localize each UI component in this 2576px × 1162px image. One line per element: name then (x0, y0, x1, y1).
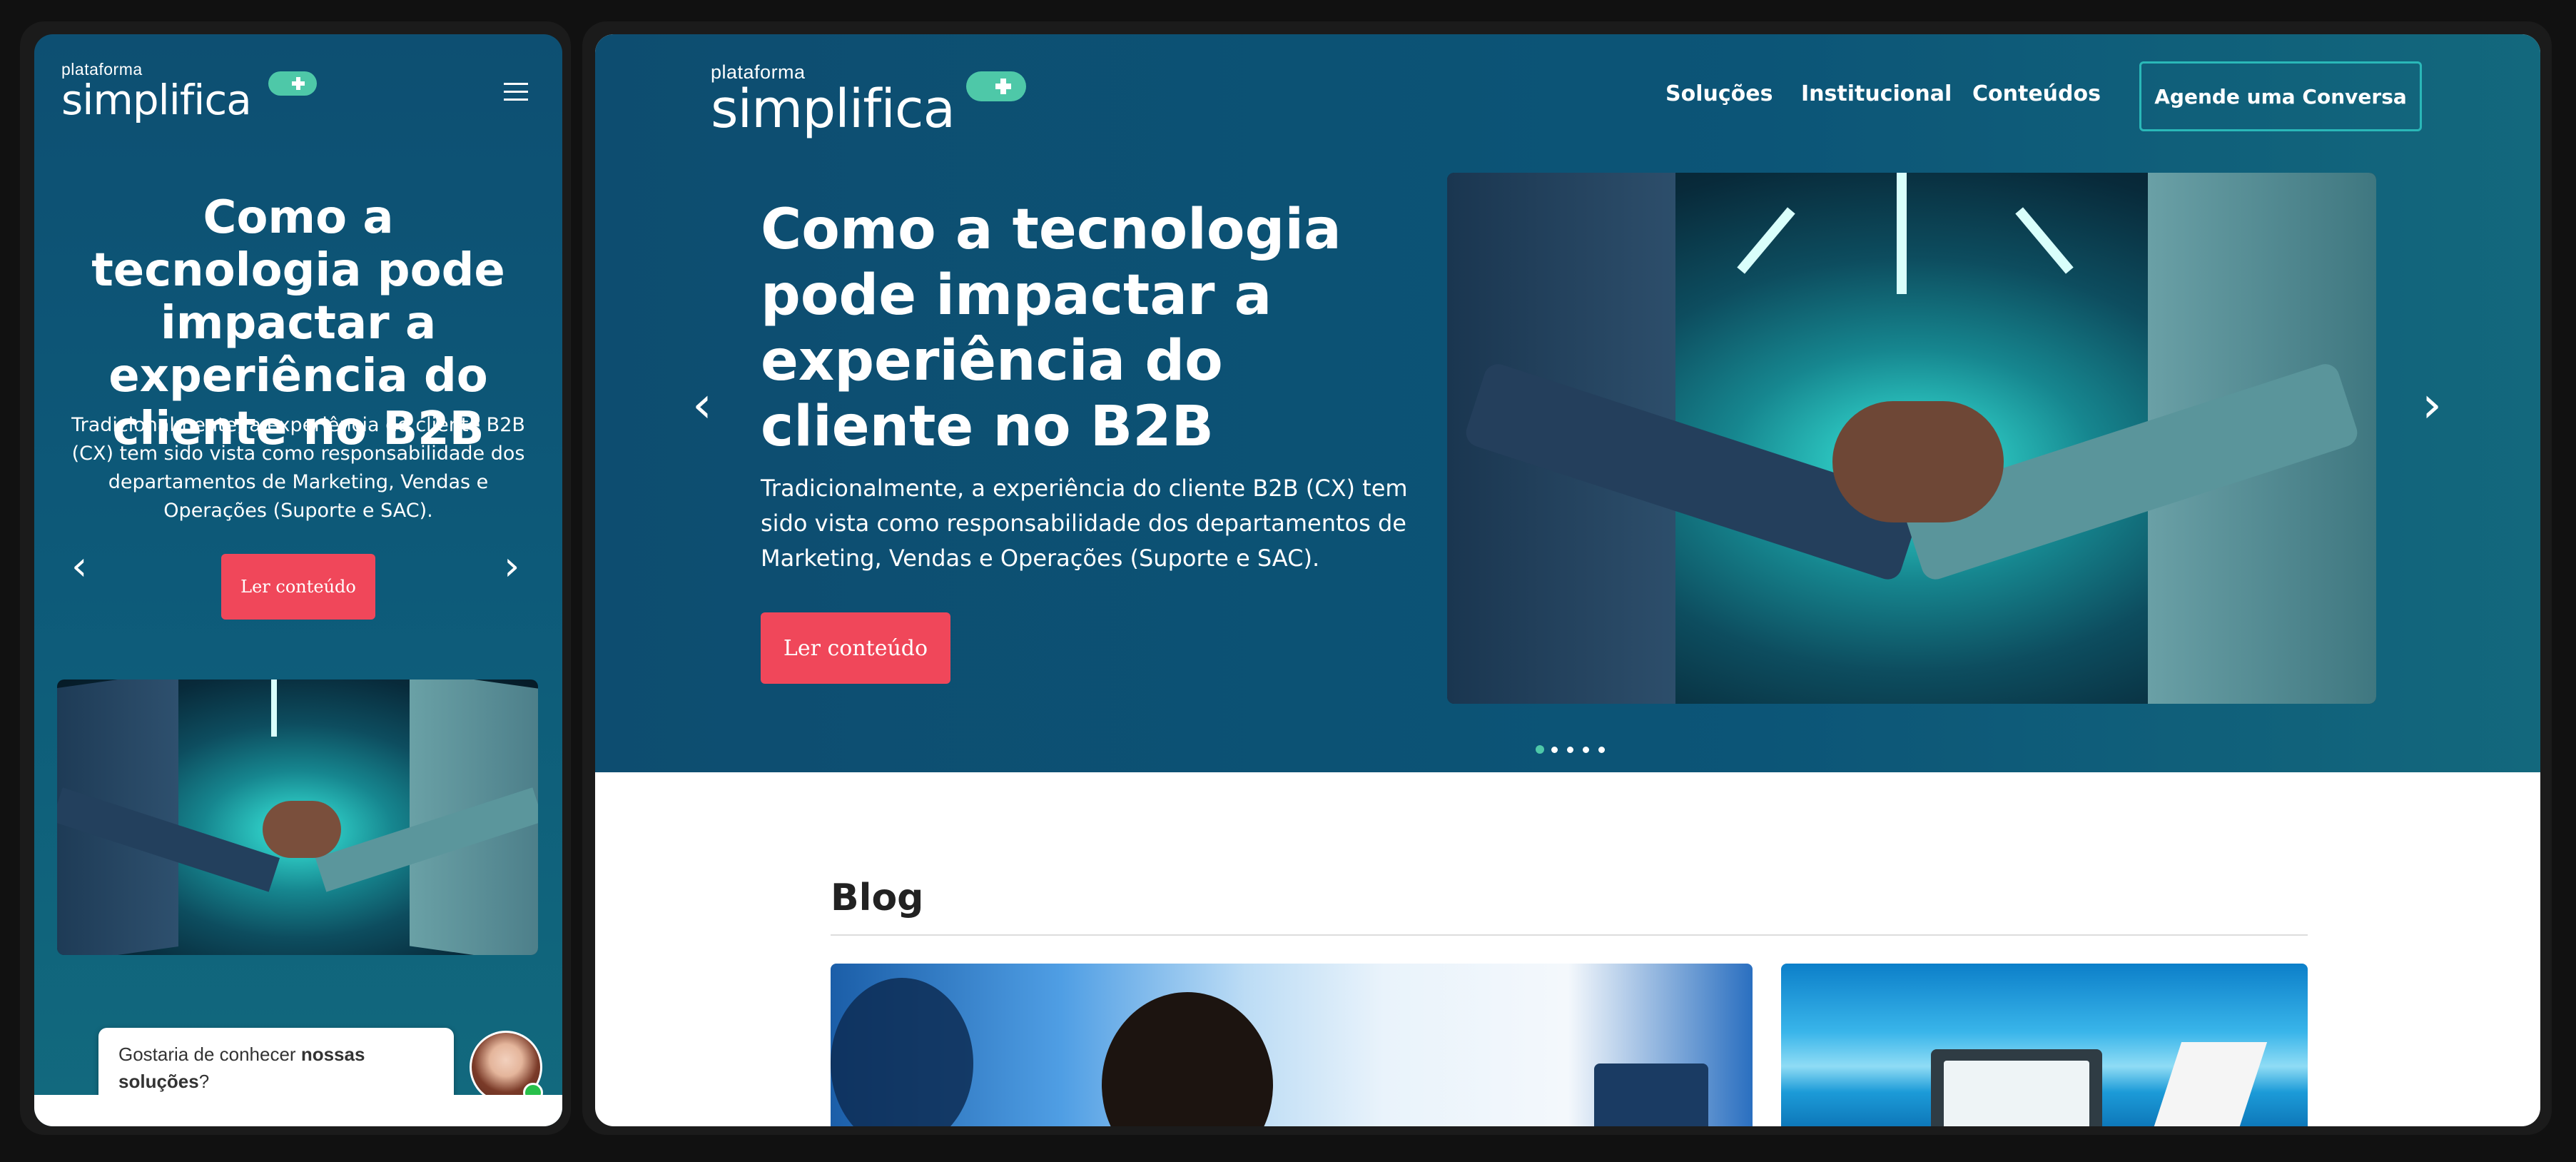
desktop-screen: plataforma simplifica Soluções Instituci… (595, 34, 2540, 1126)
chat-avatar[interactable] (470, 1031, 543, 1103)
mobile-prev-arrow-icon[interactable]: ‹ (71, 547, 87, 587)
nav-item-solucoes[interactable]: Soluções (1665, 81, 1773, 106)
desktop-logo[interactable]: plataforma simplifica (711, 61, 955, 136)
desktop-hero-text: Tradicionalmente, a experiência do clien… (761, 475, 1408, 572)
chat-text: Gostaria de conhecer (118, 1044, 301, 1065)
mobile-white-footer (34, 1095, 562, 1126)
desktop-hero: plataforma simplifica Soluções Instituci… (595, 34, 2540, 772)
nav-item-institucional[interactable]: Institucional (1801, 81, 1952, 106)
carousel-dot-1[interactable] (1536, 745, 1544, 754)
blog-card-image-1[interactable] (831, 964, 1753, 1126)
desktop-hero-title: Como a tecnologia pode impactar a experi… (761, 198, 1342, 459)
hamburger-menu-icon[interactable] (504, 83, 528, 103)
schedule-conversation-button[interactable]: Agende uma Conversa (2139, 61, 2422, 131)
blog-divider (831, 934, 2308, 936)
carousel-dot-3[interactable] (1567, 747, 1573, 753)
mobile-hero-image (57, 679, 538, 955)
nav-item-conteudos[interactable]: Conteúdos (1972, 81, 2101, 106)
mobile-hero-text: Tradicionalmente, a experiência do clien… (71, 414, 525, 522)
mobile-logo[interactable]: plataforma simplifica (61, 60, 252, 121)
chat-text-end: ? (198, 1071, 210, 1092)
carousel-dot-2[interactable] (1551, 747, 1558, 753)
mobile-logo-plus-icon (268, 71, 317, 96)
blog-heading: Blog (831, 876, 924, 919)
blog-card-image-2[interactable] (1781, 964, 2308, 1126)
carousel-dot-4[interactable] (1583, 747, 1589, 753)
desktop-hero-image (1447, 173, 2376, 704)
desktop-prev-arrow-icon[interactable]: ‹ (692, 380, 712, 430)
mobile-read-button[interactable]: Ler conteúdo (221, 554, 375, 620)
mobile-next-arrow-icon[interactable]: › (504, 547, 519, 587)
carousel-dot-5[interactable] (1598, 747, 1605, 753)
desktop-logo-plus-icon (966, 71, 1026, 101)
mobile-chat-bubble[interactable]: Gostaria de conhecer nossas soluções? (98, 1028, 454, 1103)
desktop-next-arrow-icon[interactable]: › (2422, 380, 2442, 430)
desktop-read-button[interactable]: Ler conteúdo (761, 612, 950, 684)
mobile-screen: plataforma simplifica Como a tecnologia … (34, 34, 562, 1126)
